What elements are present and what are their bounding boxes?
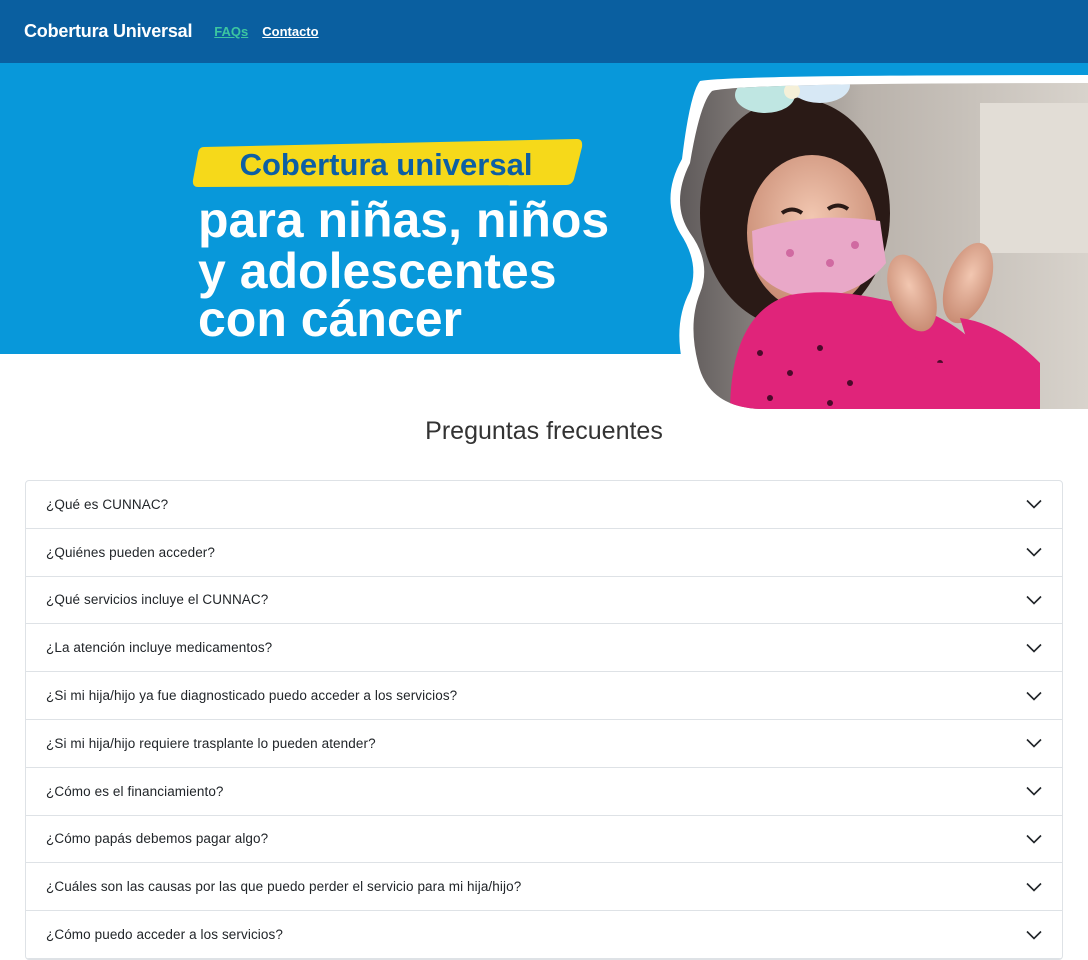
hero-badge-text: Cobertura universal [240,147,533,182]
faq-item[interactable]: ¿Si mi hija/hijo requiere trasplante lo … [26,720,1062,768]
faq-item[interactable]: ¿Qué es CUNNAC? [26,481,1062,529]
nav-link-contacto[interactable]: Contacto [262,24,318,39]
faq-item[interactable]: ¿Cómo puedo acceder a los servicios? [26,911,1062,959]
child-photo [680,83,1088,409]
top-navbar: Cobertura Universal FAQs Contacto [0,0,1088,63]
chevron-down-icon[interactable] [1026,738,1042,749]
faq-accordion: ¿Qué es CUNNAC? ¿Quiénes pueden acceder?… [25,480,1063,960]
faq-item[interactable]: ¿Cómo papás debemos pagar algo? [26,816,1062,864]
faq-item[interactable]: ¿La atención incluye medicamentos? [26,624,1062,673]
faq-question: ¿Qué es CUNNAC? [46,496,169,512]
brand-title[interactable]: Cobertura Universal [24,21,192,42]
nav-link-faqs[interactable]: FAQs [214,24,248,39]
faq-question: ¿Cómo papás debemos pagar algo? [46,831,269,847]
hero-banner: Cobertura universal para niñas, niños y … [0,63,1088,413]
faq-question: ¿Si mi hija/hijo ya fue diagnosticado pu… [46,688,458,704]
chevron-down-icon[interactable] [1026,786,1042,796]
chevron-down-icon[interactable] [1026,547,1042,557]
chevron-down-icon[interactable] [1026,882,1042,892]
chevron-down-icon[interactable] [1026,691,1042,701]
faq-question: ¿Qué servicios incluye el CUNNAC? [46,592,269,608]
faq-question: ¿Cómo es el financiamiento? [46,783,224,799]
hero-headline-line-3: con cáncer [198,291,462,347]
faq-item[interactable]: ¿Cuáles son las causas por las que puedo… [26,863,1062,912]
faq-title: Preguntas frecuentes [425,417,663,445]
faq-question: ¿Quiénes pueden acceder? [46,544,216,560]
faq-item[interactable]: ¿Si mi hija/hijo ya fue diagnosticado pu… [26,672,1062,720]
faq-item[interactable]: ¿Qué servicios incluye el CUNNAC? [26,577,1062,625]
faq-item[interactable]: ¿Cómo es el financiamiento? [26,768,1062,816]
faq-question: ¿Si mi hija/hijo requiere trasplante lo … [46,735,376,751]
chevron-down-icon[interactable] [1026,643,1042,653]
faq-question: ¿La atención incluye medicamentos? [46,640,273,656]
chevron-down-icon[interactable] [1026,930,1042,940]
chevron-down-icon[interactable] [1026,499,1042,510]
chevron-down-icon[interactable] [1026,595,1042,605]
faq-question: ¿Cómo puedo acceder a los servicios? [46,927,283,943]
hero-headline-line-1: para niñas, niños [198,192,609,248]
faq-question: ¿Cuáles son las causas por las que puedo… [46,879,522,895]
chevron-down-icon[interactable] [1026,834,1042,844]
faq-item[interactable]: ¿Quiénes pueden acceder? [26,529,1062,577]
